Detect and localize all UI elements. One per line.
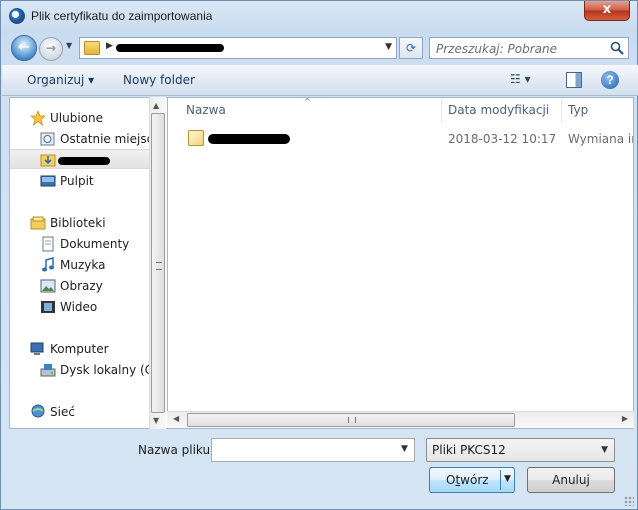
scroll-down-arrow-icon[interactable]: ▼ bbox=[153, 416, 159, 425]
redacted-filename bbox=[208, 134, 290, 144]
change-view-button[interactable]: ☷ ▾ bbox=[510, 72, 550, 90]
open-button-label: Otwórz bbox=[446, 473, 489, 487]
sidebar-item-label: Dysk lokalny (C:) bbox=[60, 363, 162, 377]
sidebar-item-label: Wideo bbox=[60, 300, 98, 314]
forward-button[interactable]: → bbox=[39, 37, 63, 61]
new-folder-button[interactable]: Nowy folder bbox=[123, 73, 195, 87]
sidebar-item-label: Komputer bbox=[50, 342, 109, 356]
open-button[interactable]: Otwórz ▼ bbox=[429, 467, 515, 493]
sidebar-item-label: Pulpit bbox=[60, 174, 94, 188]
refresh-button[interactable]: ⟳ bbox=[399, 37, 423, 59]
sidebar-item-computer[interactable]: Komputer bbox=[10, 339, 150, 359]
file-date: 2018-03-12 10:17 bbox=[448, 132, 557, 146]
horizontal-scrollbar[interactable]: ◀ ▶ bbox=[167, 411, 634, 428]
sidebar-item-network[interactable]: Sieć bbox=[10, 402, 150, 422]
scroll-grip bbox=[348, 417, 356, 423]
sidebar-item-favorites[interactable]: Ulubione bbox=[10, 108, 150, 128]
preview-pane-icon[interactable] bbox=[566, 72, 582, 88]
sidebar-item-label: Obrazy bbox=[60, 279, 103, 293]
redacted-path bbox=[116, 44, 224, 52]
video-film-icon bbox=[41, 301, 55, 313]
scroll-left-arrow-icon[interactable]: ◀ bbox=[173, 414, 179, 423]
sidebar-item-label: Muzyka bbox=[60, 258, 106, 272]
sidebar-item-documents[interactable]: Dokumenty bbox=[10, 234, 150, 254]
network-icon bbox=[31, 404, 45, 418]
star-icon bbox=[30, 110, 46, 126]
column-header-name[interactable]: Nazwa bbox=[180, 98, 440, 123]
search-icon[interactable] bbox=[610, 41, 624, 55]
scroll-grip bbox=[156, 262, 162, 270]
navigation-scrollbar[interactable]: ▲ ▼ bbox=[149, 97, 166, 429]
search-input[interactable]: Przeszukaj: Pobrane bbox=[436, 42, 557, 56]
sidebar-item-label: Sieć bbox=[50, 405, 75, 419]
address-bar[interactable]: ▶ ▼ bbox=[79, 37, 397, 59]
open-options-dropdown-icon[interactable]: ▼ bbox=[504, 474, 511, 484]
sidebar-item-label: Biblioteki bbox=[50, 216, 106, 230]
redacted-label bbox=[58, 157, 110, 165]
computer-icon bbox=[30, 342, 44, 355]
scroll-thumb[interactable] bbox=[151, 113, 165, 413]
address-dropdown-icon[interactable]: ▼ bbox=[385, 42, 392, 52]
desktop-icon bbox=[40, 175, 56, 187]
title-bar: Plik certyfikatu do zaimportowania x bbox=[1, 1, 637, 31]
filename-input[interactable] bbox=[211, 438, 415, 462]
navigation-pane: Ulubione Ostatnie miejsca Pulpit Bibliot… bbox=[9, 97, 167, 429]
search-box[interactable]: Przeszukaj: Pobrane bbox=[429, 37, 629, 59]
sidebar-item-pictures[interactable]: Obrazy bbox=[10, 276, 150, 296]
column-header-date[interactable]: Data modyfikacji bbox=[442, 98, 562, 123]
column-header-type[interactable]: Typ bbox=[562, 98, 633, 123]
horizontal-scroll-thumb[interactable] bbox=[187, 413, 515, 427]
file-type-filter-value: Pliki PKCS12 bbox=[432, 443, 506, 457]
folder-icon bbox=[84, 41, 100, 55]
command-toolbar: Organizuj ▾ Nowy folder ☷ ▾ ? bbox=[2, 65, 638, 96]
file-list: ^ Nazwa Data modyfikacji Typ 2018-03-12 … bbox=[167, 97, 634, 429]
pictures-icon bbox=[40, 279, 56, 293]
sidebar-item-recent[interactable]: Ostatnie miejsca bbox=[10, 129, 161, 149]
file-type: Wymiana informacji osobistych bbox=[568, 132, 633, 146]
sidebar-item-libraries[interactable]: Biblioteki bbox=[10, 213, 150, 233]
filename-label: Nazwa pliku: bbox=[138, 443, 215, 457]
file-row[interactable]: 2018-03-12 10:17 Wymiana informacji osob… bbox=[168, 128, 633, 150]
music-note-icon bbox=[42, 257, 54, 272]
certificate-app-icon bbox=[9, 8, 25, 24]
window-title: Plik certyfikatu do zaimportowania bbox=[31, 9, 213, 23]
sidebar-item-desktop[interactable]: Pulpit bbox=[10, 171, 150, 191]
split-divider bbox=[500, 470, 501, 490]
close-button[interactable]: x bbox=[584, 1, 630, 21]
filename-dropdown-icon[interactable]: ▼ bbox=[401, 444, 408, 454]
sidebar-item-videos[interactable]: Wideo bbox=[10, 297, 150, 317]
cancel-button[interactable]: Anuluj bbox=[527, 467, 615, 493]
certificate-file-icon bbox=[188, 130, 204, 146]
organize-button[interactable]: Organizuj ▾ bbox=[27, 73, 94, 87]
sidebar-item-downloads[interactable] bbox=[10, 149, 150, 169]
recent-locations-dropdown[interactable]: ▼ bbox=[66, 41, 72, 50]
downloads-folder-icon bbox=[40, 154, 56, 167]
resize-grip-icon[interactable] bbox=[624, 496, 634, 506]
help-icon[interactable]: ? bbox=[601, 71, 619, 89]
recent-places-icon bbox=[40, 132, 55, 146]
breadcrumb-chevron-icon[interactable]: ▶ bbox=[106, 41, 113, 51]
hard-drive-icon bbox=[40, 364, 56, 377]
scroll-up-arrow-icon[interactable]: ▲ bbox=[153, 101, 159, 110]
sidebar-item-music[interactable]: Muzyka bbox=[10, 255, 150, 275]
chevron-down-icon: ▼ bbox=[601, 445, 608, 455]
libraries-icon bbox=[30, 216, 46, 230]
documents-icon bbox=[42, 236, 54, 252]
sidebar-item-label: Ostatnie miejsca bbox=[60, 132, 161, 146]
sidebar-item-label: Ulubione bbox=[50, 111, 104, 125]
sidebar-item-label: Dokumenty bbox=[60, 237, 130, 251]
sidebar-item-local-disk[interactable]: Dysk lokalny (C:) bbox=[10, 360, 162, 380]
back-button[interactable]: ← bbox=[11, 35, 37, 61]
dialog-window: Plik certyfikatu do zaimportowania x ← →… bbox=[0, 0, 638, 510]
scroll-right-arrow-icon[interactable]: ▶ bbox=[622, 414, 628, 423]
file-type-filter-select[interactable]: Pliki PKCS12 ▼ bbox=[426, 438, 615, 462]
